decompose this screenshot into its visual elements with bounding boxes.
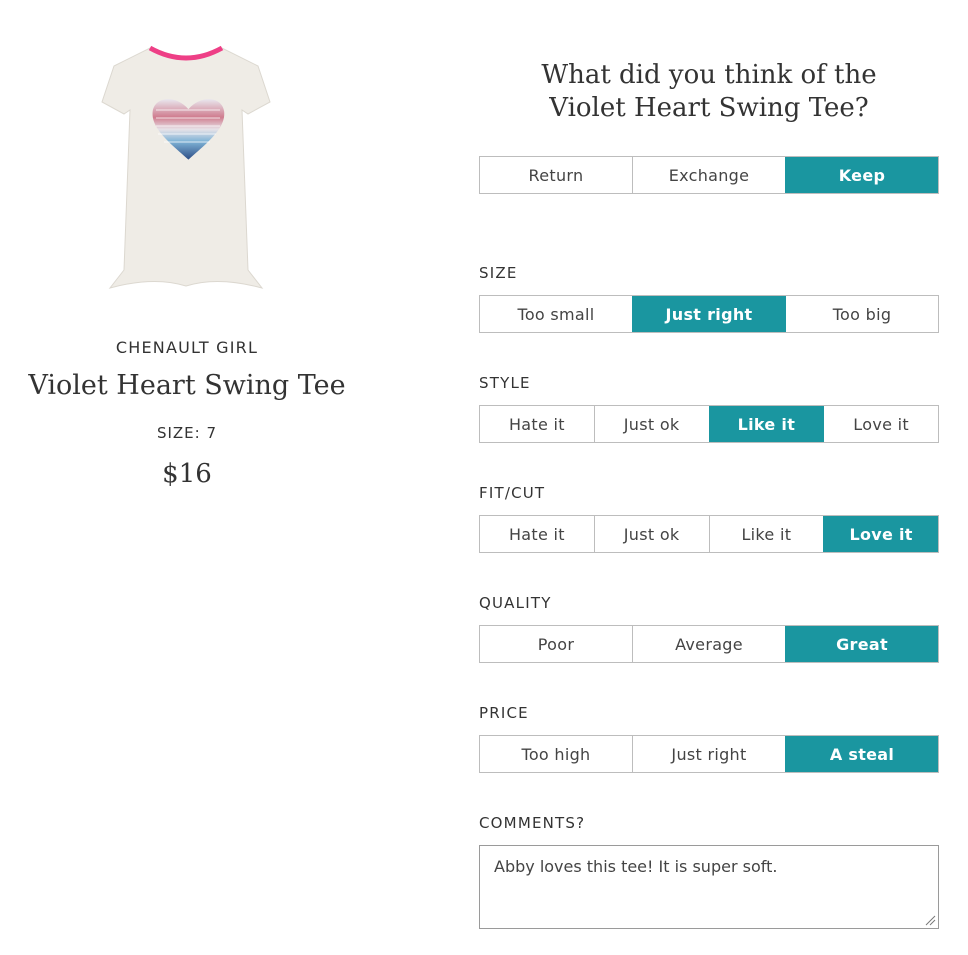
product-name: Violet Heart Swing Tee (28, 370, 346, 401)
style-label: STYLE (479, 374, 531, 392)
quality-option-average[interactable]: Average (632, 626, 785, 662)
fit-label: FIT/CUT (479, 484, 546, 502)
size-option-too-small[interactable]: Too small (480, 296, 632, 332)
price-option-a-steal[interactable]: A steal (785, 736, 938, 772)
decision-option-keep[interactable]: Keep (785, 157, 938, 193)
product-brand: CHENAULT GIRL (115, 338, 259, 357)
style-selector: Hate it Just ok Like it Love it (479, 405, 939, 443)
fit-selector: Hate it Just ok Like it Love it (479, 515, 939, 553)
fit-option-like-it[interactable]: Like it (708, 516, 824, 552)
price-option-too-high[interactable]: Too high (480, 736, 632, 772)
style-option-just-ok[interactable]: Just ok (593, 406, 709, 442)
size-option-too-big[interactable]: Too big (785, 296, 938, 332)
fit-option-love-it[interactable]: Love it (823, 516, 938, 552)
style-option-love-it[interactable]: Love it (823, 406, 938, 442)
resize-grip-icon[interactable] (925, 915, 936, 926)
feedback-question: What did you think of the Violet Heart S… (479, 59, 939, 125)
quality-label: QUALITY (479, 594, 552, 612)
price-selector: Too high Just right A steal (479, 735, 939, 773)
quality-selector: Poor Average Great (479, 625, 939, 663)
comments-label: COMMENTS? (479, 814, 586, 832)
fit-option-hate-it[interactable]: Hate it (480, 516, 594, 552)
style-option-hate-it[interactable]: Hate it (480, 406, 594, 442)
price-label: PRICE (479, 704, 529, 722)
decision-selector: Return Exchange Keep (479, 156, 939, 194)
quality-option-great[interactable]: Great (785, 626, 938, 662)
size-label: SIZE (479, 264, 518, 282)
question-line-1: What did you think of the (541, 60, 877, 90)
comments-field[interactable]: Abby loves this tee! It is super soft. (479, 845, 939, 929)
decision-option-exchange[interactable]: Exchange (632, 157, 785, 193)
price-option-just-right[interactable]: Just right (632, 736, 785, 772)
product-size: SIZE: 7 (156, 424, 218, 442)
product-price: $16 (162, 459, 212, 489)
style-option-like-it[interactable]: Like it (708, 406, 824, 442)
decision-option-return[interactable]: Return (480, 157, 632, 193)
quality-option-poor[interactable]: Poor (480, 626, 632, 662)
fit-option-just-ok[interactable]: Just ok (593, 516, 709, 552)
size-option-just-right[interactable]: Just right (632, 296, 785, 332)
question-line-2: Violet Heart Swing Tee? (549, 93, 869, 123)
product-image (101, 45, 271, 289)
size-selector: Too small Just right Too big (479, 295, 939, 333)
